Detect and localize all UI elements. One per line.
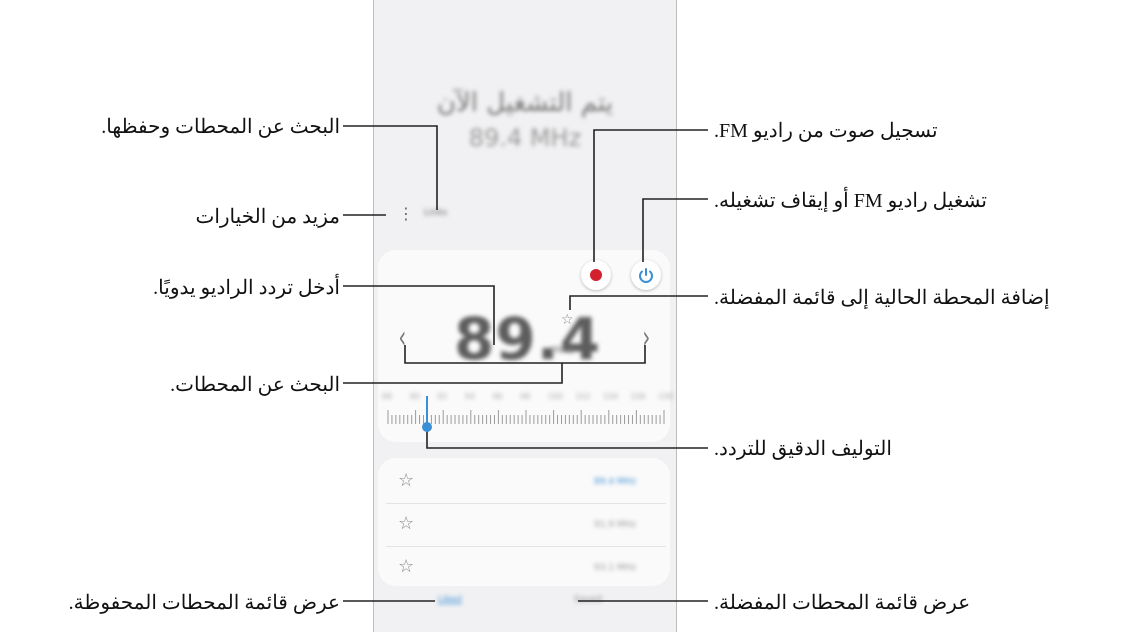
annotation-saved-list: عرض قائمة المحطات المحفوظة.: [68, 592, 340, 614]
annotation-fine-tune: التوليف الدقيق للتردد.: [714, 438, 892, 460]
annotation-search: البحث عن المحطات.: [170, 374, 340, 396]
annotation-enter-frequency: أدخل تردد الراديو يدويًا.: [153, 277, 340, 299]
annotation-power: تشغيل راديو FM أو إيقاف تشغيله.: [714, 190, 987, 212]
callout-lines: [343, 125, 708, 602]
annotation-scan-save: البحث عن المحطات وحفظها.: [101, 116, 340, 138]
annotation-add-favorite: إضافة المحطة الحالية إلى قائمة المفضلة.: [714, 287, 1050, 309]
annotation-more-options: مزيد من الخيارات: [195, 206, 340, 228]
annotation-record: تسجيل صوت من راديو FM.: [714, 120, 938, 142]
annotation-favorites-list: عرض قائمة المحطات المفضلة.: [714, 592, 971, 614]
